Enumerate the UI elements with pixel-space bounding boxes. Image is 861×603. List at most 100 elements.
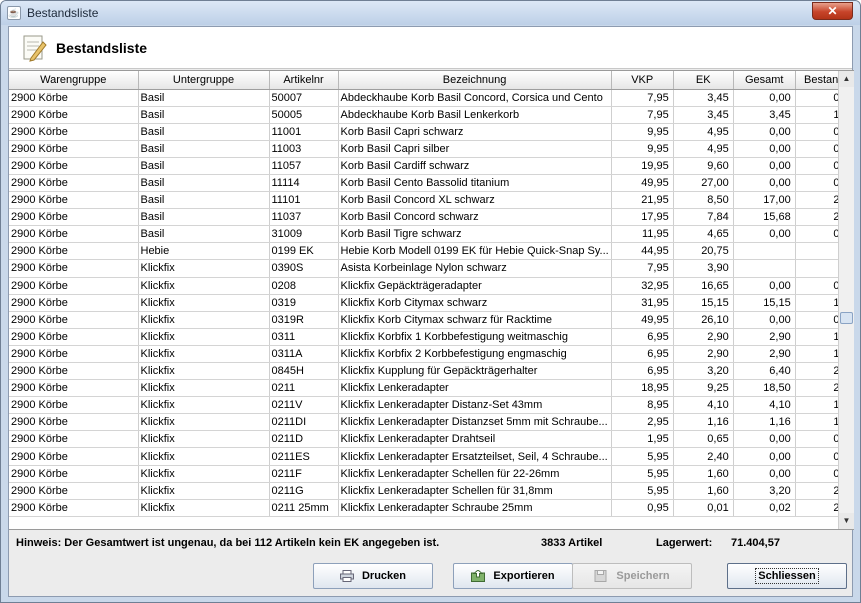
- table-cell: Klickfix: [138, 413, 270, 432]
- table-cell: Basil: [138, 140, 270, 158]
- table-row[interactable]: 2900 Körbe Klickfix 0390S Asista Korbeinlag…: [9, 259, 854, 278]
- column-header[interactable]: Warengruppe: [9, 71, 139, 90]
- table-cell: 8,95: [611, 396, 674, 415]
- table-cell: 0,65: [673, 430, 734, 449]
- table-cell: 0211F: [269, 465, 339, 483]
- table-row[interactable]: 2900 Körbe Hebie 0199 EK Hebie Korb Modell …: [9, 242, 854, 261]
- table-row[interactable]: 2900 Körbe Basil 50005 Abdeckhaube Korb Bas…: [9, 106, 854, 124]
- table-cell: Klickfix: [138, 277, 270, 295]
- table-row[interactable]: 2900 Körbe Klickfix 0845H Klickfix Kupplung…: [9, 362, 854, 381]
- hint-text: Hinweis: Der Gesamtwert ist ungenau, da …: [16, 537, 440, 549]
- table-cell: 2900 Körbe: [9, 225, 139, 244]
- table-cell: Klickfix Korbfix 1 Korbbefestigung weitm…: [338, 328, 612, 346]
- column-header[interactable]: VKP: [611, 71, 674, 90]
- table-row[interactable]: 2900 Körbe Klickfix 0211 Klickfix Lenkerada…: [9, 379, 854, 398]
- scroll-up-icon[interactable]: ▲: [839, 71, 854, 87]
- print-button[interactable]: Drucken: [313, 563, 433, 589]
- dialog-content: Bestandsliste Warengruppe Untergruppe Arti…: [8, 26, 854, 597]
- table-row[interactable]: 2900 Körbe Klickfix 0211DI Klickfix Lenkera…: [9, 413, 854, 432]
- table-cell: 1,95: [611, 430, 674, 449]
- table-cell: 4,10: [733, 396, 796, 415]
- table-cell: 0311: [269, 328, 339, 346]
- table-row[interactable]: 2900 Körbe Basil 11003 Korb Basil Capri sil…: [9, 140, 854, 158]
- table-row[interactable]: 2900 Körbe Klickfix 0211V Klickfix Lenkerad…: [9, 396, 854, 415]
- table-cell: 31009: [269, 225, 339, 244]
- table-cell: 49,95: [611, 311, 674, 329]
- window-close-button[interactable]: ✕: [812, 2, 853, 20]
- table-cell: Asista Korbeinlage Nylon schwarz: [338, 259, 612, 278]
- table-cell: 3,45: [733, 106, 796, 124]
- column-header[interactable]: EK: [673, 71, 734, 90]
- table-cell: 0211DI: [269, 413, 339, 432]
- save-button-label: Speichern: [616, 570, 670, 582]
- table-cell: 11037: [269, 208, 339, 227]
- table-cell: 19,95: [611, 157, 674, 175]
- table-cell: 0,00: [733, 174, 796, 193]
- table-row[interactable]: 2900 Körbe Klickfix 0311A Klickfix Korbfix …: [9, 345, 854, 364]
- table-cell: Hebie: [138, 242, 270, 261]
- table-cell: 0,00: [733, 123, 796, 141]
- table-cell: Korb Basil Cardiff schwarz: [338, 157, 612, 175]
- table-cell: Klickfix: [138, 311, 270, 329]
- table-row[interactable]: 2900 Körbe Basil 11001 Korb Basil Capri sch…: [9, 123, 854, 141]
- page-title: Bestandsliste: [56, 40, 148, 56]
- column-header[interactable]: Artikelnr: [269, 71, 339, 90]
- table-row[interactable]: 2900 Körbe Klickfix 0208 Klickfix Gepäckträ…: [9, 277, 854, 295]
- vertical-scrollbar[interactable]: ▲ ▼: [838, 71, 854, 529]
- table-row[interactable]: 2900 Körbe Basil 11114 Korb Basil Cento Bas…: [9, 174, 854, 193]
- table-cell: 11101: [269, 191, 339, 210]
- title-bar[interactable]: ☕ Bestandsliste ✕: [1, 1, 860, 25]
- table-row[interactable]: 2900 Körbe Klickfix 0319 Klickfix Korb City…: [9, 294, 854, 312]
- scroll-thumb[interactable]: [840, 312, 853, 324]
- export-button[interactable]: Exportieren: [453, 563, 573, 589]
- table-cell: 11,95: [611, 225, 674, 244]
- table-cell: 0211: [269, 379, 339, 398]
- table-row[interactable]: 2900 Körbe Klickfix 0311 Klickfix Korbfix 1…: [9, 328, 854, 346]
- table-cell: Basil: [138, 106, 270, 124]
- table-cell: 15,68: [733, 208, 796, 227]
- column-header[interactable]: Bezeichnung: [338, 71, 612, 90]
- table-cell: 2900 Körbe: [9, 174, 139, 193]
- table-cell: 1,16: [673, 413, 734, 432]
- table-row[interactable]: 2900 Körbe Basil 31009 Korb Basil Tigre sch…: [9, 225, 854, 244]
- table-row[interactable]: 2900 Körbe Basil 50007 Abdeckhaube Korb Bas…: [9, 89, 854, 107]
- table-cell: 2,90: [673, 345, 734, 364]
- table-row[interactable]: 2900 Körbe Klickfix 0319R Klickfix Korb Cit…: [9, 311, 854, 329]
- table-cell: 2900 Körbe: [9, 379, 139, 398]
- table-cell: 1,60: [673, 482, 734, 500]
- column-header[interactable]: Gesamt: [733, 71, 796, 90]
- table-cell: Korb Basil Capri schwarz: [338, 123, 612, 141]
- floppy-icon: [594, 570, 607, 582]
- table-cell: 15,15: [733, 294, 796, 312]
- scroll-down-icon[interactable]: ▼: [839, 513, 854, 529]
- table-row[interactable]: 2900 Körbe Basil 11101 Korb Basil Concord X…: [9, 191, 854, 210]
- table-cell: Klickfix: [138, 447, 270, 466]
- table-cell: 0,02: [733, 499, 796, 517]
- table-cell: 5,95: [611, 482, 674, 500]
- table-cell: 5,95: [611, 465, 674, 483]
- table-cell: 2,90: [673, 328, 734, 346]
- table-cell: 0208: [269, 277, 339, 295]
- column-header[interactable]: Untergruppe: [138, 71, 270, 90]
- table-cell: Klickfix Lenkeradapter: [338, 379, 612, 398]
- table-cell: Basil: [138, 174, 270, 193]
- table-row[interactable]: 2900 Körbe Klickfix 0211F Klickfix Lenkerad…: [9, 465, 854, 483]
- table-cell: Basil: [138, 89, 270, 107]
- table-cell: Basil: [138, 191, 270, 210]
- table-row[interactable]: 2900 Körbe Klickfix 0211G Klickfix Lenkerad…: [9, 482, 854, 500]
- table-cell: 0,00: [733, 277, 796, 295]
- table-row[interactable]: 2900 Körbe Klickfix 0211D Klickfix Lenkerad…: [9, 430, 854, 449]
- table-cell: Basil: [138, 123, 270, 141]
- table-cell: 0211 25mm: [269, 499, 339, 517]
- table-cell: Klickfix Lenkeradapter Schellen für 22-2…: [338, 465, 612, 483]
- table-cell: 17,95: [611, 208, 674, 227]
- table-row[interactable]: 2900 Körbe Basil 11037 Korb Basil Concord s…: [9, 208, 854, 227]
- stock-table[interactable]: Warengruppe Untergruppe Artikelnr Bezeichnu…: [9, 70, 854, 530]
- table-row[interactable]: 2900 Körbe Basil 11057 Korb Basil Cardiff s…: [9, 157, 854, 175]
- table-cell: 50005: [269, 106, 339, 124]
- table-row[interactable]: 2900 Körbe Klickfix 0211ES Klickfix Lenkera…: [9, 447, 854, 466]
- close-button[interactable]: Schliessen: [727, 563, 847, 589]
- table-row[interactable]: 2900 Körbe Klickfix 0211 25mm Klickfix Lenk…: [9, 499, 854, 517]
- table-cell: 4,95: [673, 123, 734, 141]
- save-button[interactable]: Speichern: [572, 563, 692, 589]
